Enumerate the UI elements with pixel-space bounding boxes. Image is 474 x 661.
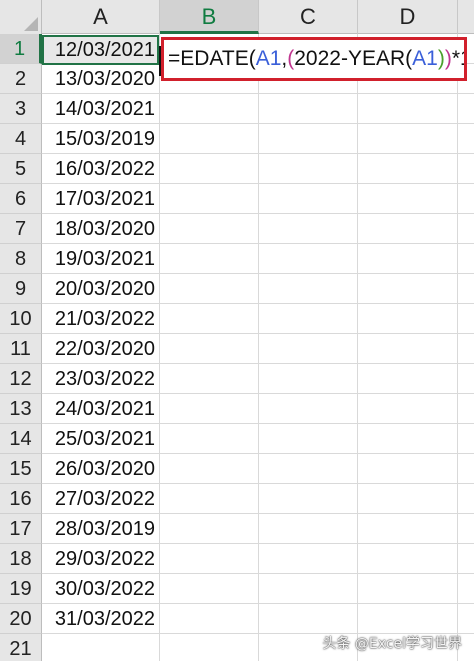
- row-header-6[interactable]: 6: [0, 184, 42, 214]
- cell-a14[interactable]: 25/03/2021: [42, 424, 159, 454]
- row-header-15[interactable]: 15: [0, 454, 42, 484]
- column-header-b[interactable]: B: [160, 0, 259, 34]
- column-header-c[interactable]: C: [259, 0, 358, 34]
- cell-a3[interactable]: 14/03/2021: [42, 94, 159, 124]
- cell-a6[interactable]: 17/03/2021: [42, 184, 159, 214]
- row-header-1[interactable]: 1: [0, 34, 42, 64]
- formula-in-cell-b1[interactable]: =EDATE(A1,(2022-YEAR(A1))*12): [161, 37, 467, 81]
- row-header-10[interactable]: 10: [0, 304, 42, 334]
- row-header-13[interactable]: 13: [0, 394, 42, 424]
- cell-a16[interactable]: 27/03/2022: [42, 484, 159, 514]
- cell-a2[interactable]: 13/03/2020: [42, 64, 159, 94]
- row-header-16[interactable]: 16: [0, 484, 42, 514]
- cell-a5[interactable]: 16/03/2022: [42, 154, 159, 184]
- row-header-20[interactable]: 20: [0, 604, 42, 634]
- formula-function: =EDATE(: [168, 47, 256, 70]
- formula-tail: *12): [451, 47, 464, 70]
- row-header-14[interactable]: 14: [0, 424, 42, 454]
- cell-a10[interactable]: 21/03/2022: [42, 304, 159, 334]
- cell-a17[interactable]: 28/03/2019: [42, 514, 159, 544]
- row-header-17[interactable]: 17: [0, 514, 42, 544]
- formula-close-inner: ): [437, 47, 445, 70]
- grid-line: [258, 34, 259, 661]
- row-header-2[interactable]: 2: [0, 64, 42, 94]
- cell-a19[interactable]: 30/03/2022: [42, 574, 159, 604]
- grid-line: [457, 34, 458, 661]
- select-all-corner[interactable]: [0, 0, 42, 34]
- cell-a13[interactable]: 24/03/2021: [42, 394, 159, 424]
- row-header-21[interactable]: 21: [0, 634, 42, 661]
- formula-year-part: 2022-YEAR(: [294, 47, 413, 70]
- formula-ref-a1-second: A1: [412, 47, 438, 70]
- cell-a20[interactable]: 31/03/2022: [42, 604, 159, 634]
- grid-line: [357, 34, 358, 661]
- spreadsheet: A B C D 1 2 3 4 5 6 7 8 9 10 11 12 13 14…: [0, 0, 474, 661]
- watermark-text: 头条 @Excel学习世界: [322, 636, 462, 652]
- select-all-triangle-icon: [24, 17, 38, 31]
- formula-close-outer: ): [444, 47, 452, 70]
- formula-ref-a1: A1: [255, 47, 282, 70]
- row-header-11[interactable]: 11: [0, 334, 42, 364]
- row-header-3[interactable]: 3: [0, 94, 42, 124]
- column-header-a[interactable]: A: [42, 0, 160, 34]
- row-header-9[interactable]: 9: [0, 274, 42, 304]
- row-header-8[interactable]: 8: [0, 244, 42, 274]
- row-header-5[interactable]: 5: [0, 154, 42, 184]
- cell-a15[interactable]: 26/03/2020: [42, 454, 159, 484]
- cell-a11[interactable]: 22/03/2020: [42, 334, 159, 364]
- column-header-bar: A B C D: [0, 0, 474, 34]
- row-header-18[interactable]: 18: [0, 544, 42, 574]
- row-header-7[interactable]: 7: [0, 214, 42, 244]
- cell-a7[interactable]: 18/03/2020: [42, 214, 159, 244]
- cell-a9[interactable]: 20/03/2020: [42, 274, 159, 304]
- column-header-d[interactable]: D: [358, 0, 458, 34]
- row-header-12[interactable]: 12: [0, 364, 42, 394]
- cell-a18[interactable]: 29/03/2022: [42, 544, 159, 574]
- cell-a4[interactable]: 15/03/2019: [42, 124, 159, 154]
- grid-line: [159, 34, 160, 661]
- row-header-19[interactable]: 19: [0, 574, 42, 604]
- cell-a12[interactable]: 23/03/2022: [42, 364, 159, 394]
- cell-a1[interactable]: 12/03/2021: [42, 35, 159, 65]
- cell-a8[interactable]: 19/03/2021: [42, 244, 159, 274]
- row-header-4[interactable]: 4: [0, 124, 42, 154]
